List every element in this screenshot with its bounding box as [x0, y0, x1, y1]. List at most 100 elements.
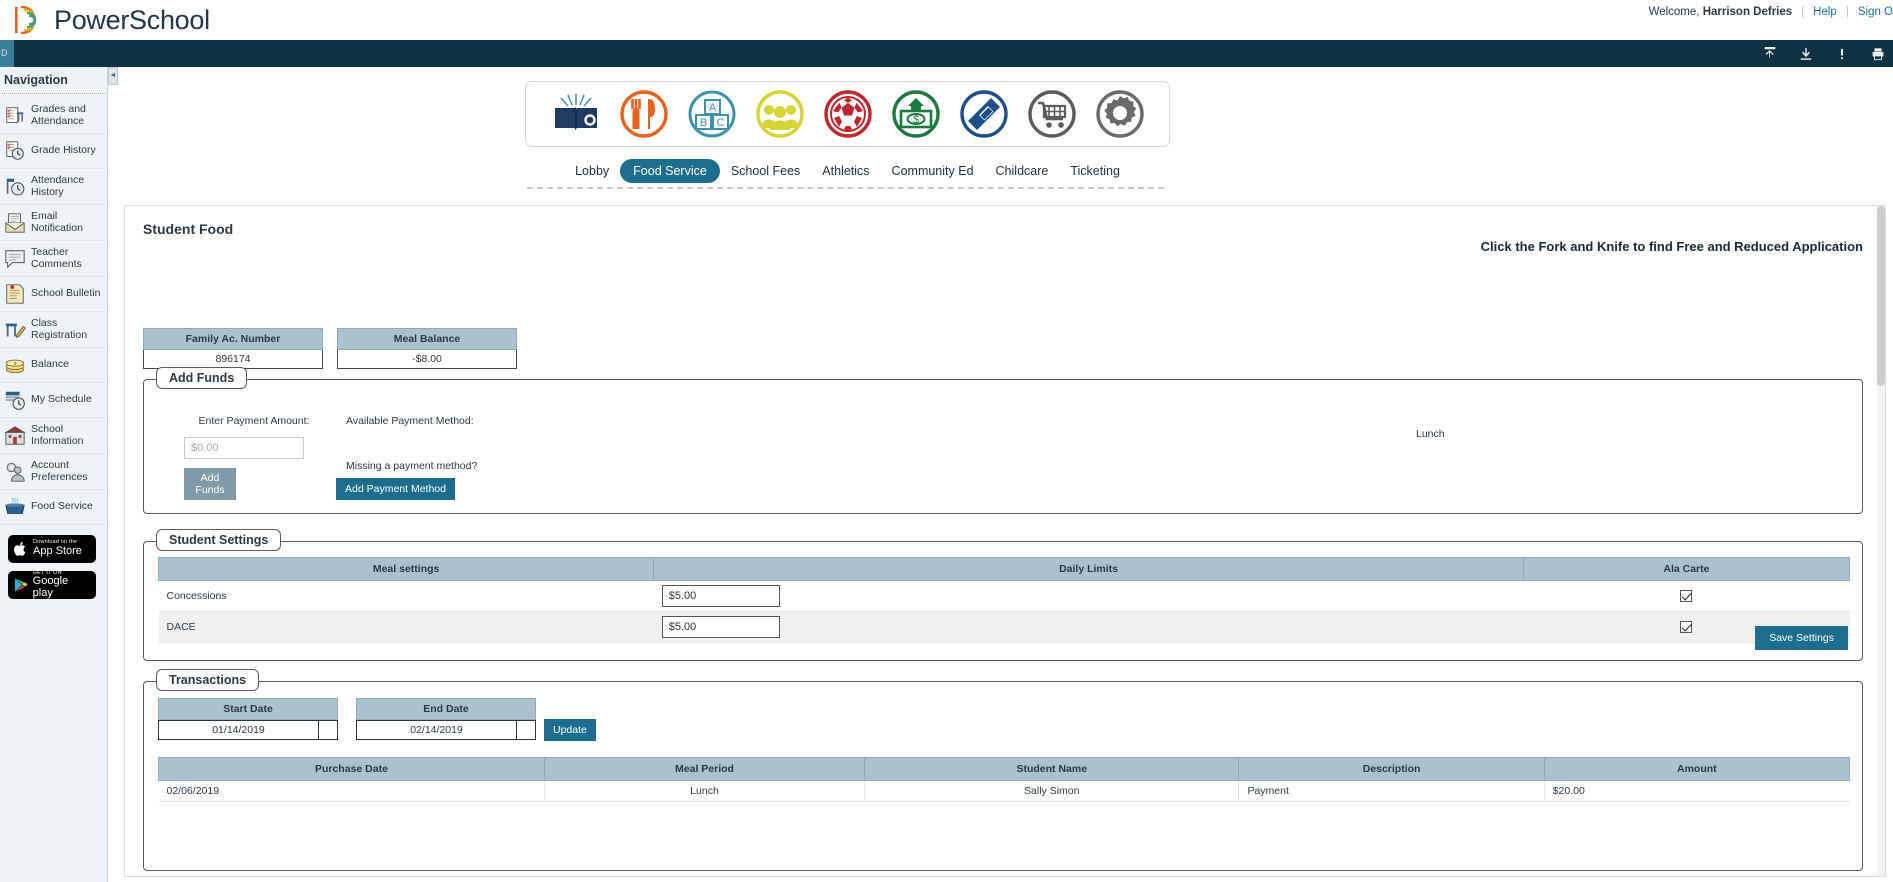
- sidebar-item-school-information[interactable]: School Information: [0, 418, 107, 454]
- col-description: Description: [1238, 757, 1545, 781]
- payment-amount-label: Enter Payment Amount:: [198, 415, 310, 427]
- daily-limit-input[interactable]: [661, 616, 780, 638]
- meal-balance-table: Meal Balance -$8.00: [337, 328, 517, 369]
- sidebar-item-label: Food Service: [31, 500, 93, 513]
- sidebar-item-email-notification[interactable]: Email Notification: [0, 205, 107, 241]
- service-tabs: Lobby Food Service School Fees Athletics…: [525, 159, 1170, 183]
- tab-childcare[interactable]: Childcare: [985, 159, 1060, 183]
- sidebar-item-grades-and-attendance[interactable]: Grades and Attendance: [0, 98, 107, 134]
- tab-athletics[interactable]: Athletics: [811, 159, 880, 183]
- grades-attendance-icon: [6, 106, 24, 123]
- sidebar-item-grade-history[interactable]: Grade History: [0, 134, 107, 169]
- col-student-name: Student Name: [864, 757, 1240, 781]
- tab-ticketing[interactable]: Ticketing: [1059, 159, 1131, 183]
- missing-payment-method-label: Missing a payment method?: [346, 460, 478, 472]
- powerschool-logo-icon: [12, 3, 46, 37]
- save-settings-button[interactable]: Save Settings: [1755, 626, 1848, 650]
- header-user-area: Welcome, Harrison Defries | Help | Sign …: [1649, 0, 1893, 24]
- welcome-text: Welcome,: [1648, 6, 1700, 18]
- table-header-row: Purchase Date Meal Period Student Name D…: [158, 757, 1851, 781]
- sidebar-item-label: My Schedule: [31, 393, 92, 406]
- sidebar-item-attendance-history[interactable]: Attendance History: [0, 169, 107, 205]
- lobby-book-icon[interactable]: [551, 89, 601, 139]
- share-icon[interactable]: [1763, 46, 1777, 61]
- comments-icon: [5, 249, 25, 268]
- help-link[interactable]: Help: [1813, 6, 1837, 18]
- header-separator-2: |: [1845, 6, 1849, 18]
- student-settings-section: Student Settings Meal settings Daily Lim…: [143, 529, 1863, 661]
- class-registration-icon: [5, 323, 26, 338]
- childcare-cart-icon[interactable]: [1027, 89, 1077, 139]
- col-ala-carte: Ala Carte: [1522, 557, 1851, 581]
- add-funds-button[interactable]: Add Funds: [184, 468, 236, 500]
- food-service-fork-knife-icon[interactable]: [619, 89, 669, 139]
- sidebar-item-balance[interactable]: $ Balance: [0, 348, 107, 383]
- tab-food-service[interactable]: Food Service: [620, 159, 720, 183]
- email-icon: [5, 212, 25, 233]
- download-icon[interactable]: [1799, 47, 1813, 61]
- food-service-panel: Student Food Click the Fork and Knife to…: [124, 205, 1886, 877]
- table-header-row: Meal settings Daily Limits Ala Carte: [157, 557, 1851, 581]
- account-preferences-icon: [6, 462, 25, 482]
- end-date-field[interactable]: 02/14/2019: [356, 720, 536, 740]
- col-daily-limits: Daily Limits: [653, 557, 1524, 581]
- family-account-header: Family Ac. Number: [143, 328, 323, 350]
- start-date-field[interactable]: 01/14/2019: [158, 720, 338, 740]
- add-funds-right-note: Lunch: [1416, 428, 1445, 440]
- sidebar-item-label: Email Notification: [31, 210, 83, 234]
- meal-balance-value: -$8.00: [337, 349, 517, 369]
- sidebar-item-account-preferences[interactable]: Account Preferences: [0, 454, 107, 490]
- tab-lobby[interactable]: Lobby: [564, 159, 620, 183]
- panel-scrollbar-thumb[interactable]: [1877, 206, 1885, 386]
- sidebar-collapse-handle[interactable]: ◄: [108, 67, 118, 85]
- daily-limit-cell: [653, 611, 1524, 643]
- sidebar-item-school-bulletin[interactable]: School Bulletin: [0, 277, 107, 312]
- food-service-icon: [5, 497, 25, 514]
- meal-setting-name: Concessions: [158, 580, 654, 612]
- school-fees-abc-icon[interactable]: A B C: [687, 89, 737, 139]
- meal-balance-header: Meal Balance: [337, 328, 517, 350]
- navigation-sidebar: Navigation Grades and Attendance Grade H…: [0, 67, 108, 882]
- app-store-badge-big: App Store: [33, 545, 82, 558]
- sidebar-item-class-registration[interactable]: Class Registration: [0, 312, 107, 348]
- panel-scrollbar-track[interactable]: [1877, 206, 1885, 876]
- ala-carte-cell: [1523, 580, 1850, 612]
- tab-school-fees[interactable]: School Fees: [720, 159, 811, 183]
- money-icon[interactable]: $: [891, 89, 941, 139]
- col-purchase-date: Purchase Date: [158, 757, 545, 781]
- toolbar-left-tab[interactable]: D: [0, 40, 14, 67]
- add-payment-method-button[interactable]: Add Payment Method: [336, 478, 455, 500]
- available-payment-method-label: Available Payment Method:: [346, 415, 474, 427]
- ticketing-icon[interactable]: [959, 89, 1009, 139]
- athletics-soccer-icon[interactable]: [823, 89, 873, 139]
- ala-carte-checkbox[interactable]: [1680, 590, 1693, 603]
- top-header: PowerSchool Welcome, Harrison Defries | …: [0, 0, 1893, 40]
- attendance-history-icon: [6, 178, 25, 195]
- sign-out-link[interactable]: Sign O: [1858, 6, 1893, 18]
- table-row: DACE: [158, 611, 1850, 643]
- alert-icon[interactable]: [1835, 47, 1849, 61]
- print-icon[interactable]: [1871, 47, 1885, 61]
- sidebar-item-my-schedule[interactable]: My Schedule: [0, 383, 107, 418]
- powerschool-logo[interactable]: PowerSchool: [12, 0, 210, 40]
- payment-amount-input[interactable]: [184, 437, 304, 459]
- community-ed-people-icon[interactable]: [755, 89, 805, 139]
- app-store-badge[interactable]: Download on the App Store: [8, 535, 96, 563]
- settings-gear-icon[interactable]: [1095, 89, 1145, 139]
- add-funds-section: Add Funds Enter Payment Amount: Add Fund…: [143, 367, 1863, 514]
- sidebar-item-teacher-comments[interactable]: Teacher Comments: [0, 241, 107, 277]
- free-reduced-hint: Click the Fork and Knife to find Free an…: [1480, 239, 1863, 254]
- purchase-date-cell: 02/06/2019: [158, 780, 545, 802]
- sidebar-item-label: School Information: [31, 423, 84, 447]
- sidebar-item-food-service[interactable]: Food Service: [0, 490, 107, 525]
- tab-community-ed[interactable]: Community Ed: [881, 159, 985, 183]
- user-name: Harrison Defries: [1702, 6, 1793, 18]
- update-transactions-button[interactable]: Update: [544, 719, 596, 741]
- schedule-icon: [5, 391, 25, 410]
- google-play-badge[interactable]: GET IT ON Google play: [8, 570, 96, 599]
- ala-carte-checkbox[interactable]: [1680, 621, 1693, 634]
- student-settings-legend: Student Settings: [156, 529, 282, 551]
- daily-limit-input[interactable]: [661, 585, 780, 607]
- daily-limit-cell: [653, 580, 1524, 612]
- table-row: Concessions: [158, 580, 1850, 612]
